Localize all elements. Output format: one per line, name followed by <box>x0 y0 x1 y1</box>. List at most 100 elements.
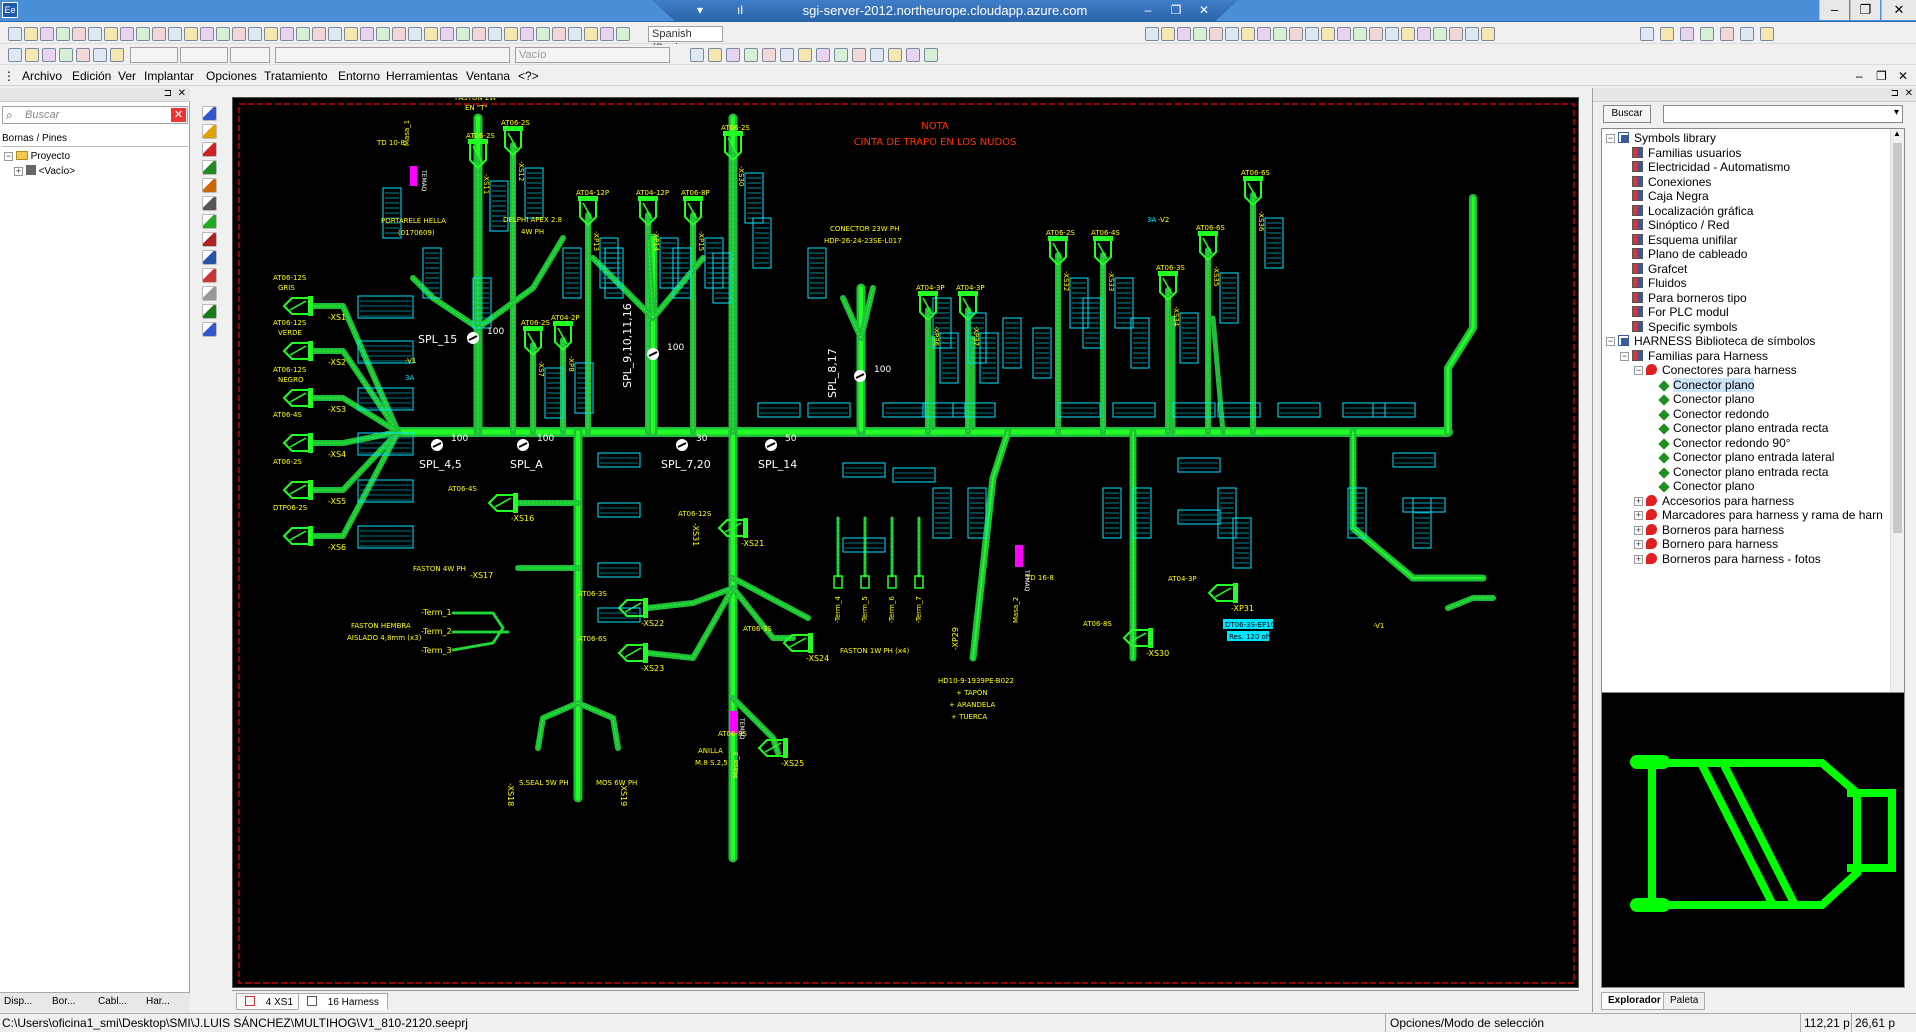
library-item[interactable]: Conector plano <box>1658 377 1755 392</box>
tab-bornas[interactable]: Bor... <box>52 996 75 1007</box>
library-item[interactable]: Marcadores para harness y rama de harn <box>1646 508 1883 522</box>
toolbar2-tool-icon-2[interactable] <box>25 48 39 62</box>
middle-connector-2[interactable] <box>717 518 748 538</box>
drawing-canvas[interactable]: AT06-12S GRIS -XS1 AT06-12S VERDE -XS2 AT06-12… <box>232 97 1579 988</box>
vertical-tool-icon-4[interactable] <box>202 160 217 175</box>
toolbar2-format-tool-icon-10[interactable] <box>852 48 866 62</box>
library-item[interactable]: Conector redondo 90° <box>1658 436 1791 450</box>
font-combo[interactable] <box>130 47 178 63</box>
library-item[interactable]: Conector plano <box>1658 479 1754 493</box>
toolbar1-tool-icon-21[interactable] <box>328 27 342 41</box>
collapse-icon[interactable]: − <box>1620 351 1629 361</box>
library-item[interactable]: Borneros para harness - fotos <box>1646 552 1821 566</box>
toolbar1-tool-icon-33[interactable] <box>520 27 534 41</box>
library-item[interactable]: Esquema unifilar <box>1632 233 1737 247</box>
library-item[interactable]: Conector plano <box>1658 392 1754 406</box>
wire-table[interactable] <box>892 467 936 483</box>
wire-table[interactable] <box>357 295 414 319</box>
toolbar1-tool-icon-9[interactable] <box>136 27 150 41</box>
toolbar1-tool-icon-6[interactable] <box>88 27 102 41</box>
wire-table[interactable] <box>757 402 801 418</box>
toolbar1-tool-icon-13[interactable] <box>200 27 214 41</box>
terminal-symbol[interactable] <box>914 575 924 589</box>
collapse-icon[interactable]: − <box>4 152 13 161</box>
toolbar1-tool-icon-20[interactable] <box>312 27 326 41</box>
close-remote-icon[interactable]: ✕ <box>1196 2 1212 18</box>
wire-table[interactable] <box>807 402 851 418</box>
harness-drawing[interactable]: AT06-12S GRIS -XS1 AT06-12S VERDE -XS2 AT06-12… <box>233 98 1580 989</box>
toolbar2-format-tool-icon-4[interactable] <box>744 48 758 62</box>
collapse-icon[interactable]: − <box>1606 134 1615 143</box>
toolbar1-tool-icon-38[interactable] <box>600 27 614 41</box>
toolbar1-far-tool-icon-1[interactable] <box>1640 27 1654 41</box>
toolbar2-format-tool-icon-14[interactable] <box>924 48 938 62</box>
toolbar2-format-tool-icon-3[interactable] <box>726 48 740 62</box>
toolbar1-right-tool-icon-21[interactable] <box>1465 27 1479 41</box>
tree-item-vacio[interactable]: + <Vacío> <box>14 165 75 177</box>
left-connector-1[interactable] <box>282 296 313 316</box>
library-item[interactable]: Bornero para harness <box>1646 537 1778 551</box>
wire-table[interactable] <box>1392 452 1436 468</box>
vertical-tool-icon-10[interactable] <box>202 268 217 283</box>
toolbar1-tool-icon-5[interactable] <box>72 27 86 41</box>
toolbar1-tool-icon-34[interactable] <box>536 27 550 41</box>
tree-scrollbar[interactable]: ▲ ▼ <box>1890 129 1904 751</box>
menu-tratamiento[interactable]: Tratamiento <box>264 69 328 83</box>
toolbar1-tool-icon-26[interactable] <box>408 27 422 41</box>
library-item[interactable]: Familias usuarios <box>1632 146 1741 160</box>
library-item[interactable]: Familias para Harness <box>1632 349 1768 363</box>
expand-icon[interactable]: + <box>1634 511 1643 520</box>
toolbar1-right-tool-icon-13[interactable] <box>1337 27 1351 41</box>
toolbar2-format-tool-icon-12[interactable] <box>888 48 902 62</box>
vertical-tool-icon-6[interactable] <box>202 196 217 211</box>
toolbar1-right-tool-icon-1[interactable] <box>1145 27 1159 41</box>
tab-dispositivos[interactable]: Disp... <box>4 996 32 1007</box>
left-connector-3[interactable] <box>282 388 313 408</box>
toolbar1-tool-icon-10[interactable] <box>152 27 166 41</box>
toolbar1-tool-icon-29[interactable] <box>456 27 470 41</box>
style-combo[interactable]: Vacío <box>515 47 670 63</box>
restore-button[interactable]: ❐ <box>1850 0 1880 20</box>
wire-table[interactable] <box>882 402 926 418</box>
mdi-restore-icon[interactable]: ❐ <box>1876 69 1887 83</box>
chevron-down-icon[interactable]: ▾ <box>1894 107 1899 118</box>
toolbar1-tool-icon-37[interactable] <box>584 27 598 41</box>
collapse-icon[interactable]: − <box>1606 337 1615 346</box>
toolbar1-right-tool-icon-17[interactable] <box>1401 27 1415 41</box>
toolbar1-far-tool-icon-6[interactable] <box>1740 27 1754 41</box>
library-item[interactable]: Para borneros tipo <box>1632 291 1747 305</box>
wire-table[interactable] <box>1402 497 1446 513</box>
toolbar1-right-tool-icon-15[interactable] <box>1369 27 1383 41</box>
wire-table[interactable] <box>1177 509 1221 525</box>
toolbar1-right-tool-icon-11[interactable] <box>1305 27 1319 41</box>
toolbar1-tool-icon-19[interactable] <box>296 27 310 41</box>
menu-archivo[interactable]: Archivo <box>22 69 62 83</box>
menu-entorno[interactable]: Entorno <box>338 69 380 83</box>
toolbar1-tool-icon-18[interactable] <box>280 27 294 41</box>
clear-search-icon[interactable]: ✕ <box>171 108 186 122</box>
pin-icon[interactable]: ⊐ <box>164 88 172 99</box>
harness-bundle[interactable] <box>1444 194 1477 436</box>
toolbar1-tool-icon-28[interactable] <box>440 27 454 41</box>
terminal-symbol[interactable] <box>833 575 843 589</box>
toolbar1-right-tool-icon-18[interactable] <box>1417 27 1431 41</box>
tree-item-proyecto[interactable]: − Proyecto <box>4 151 70 162</box>
vertical-tool-icon-12[interactable] <box>202 304 217 319</box>
toolbar1-tool-icon-2[interactable] <box>24 27 38 41</box>
menu-herramientas[interactable]: Herramientas <box>386 69 458 83</box>
toolbar1-far-tool-icon-4[interactable] <box>1700 27 1714 41</box>
sheet-tab-harness[interactable]: 16 Harness <box>298 993 388 1010</box>
toolbar2-format-tool-icon-2[interactable] <box>708 48 722 62</box>
toolbar1-tool-icon-7[interactable] <box>104 27 118 41</box>
vertical-tool-icon-2[interactable] <box>202 124 217 139</box>
library-item[interactable]: Grafcet <box>1632 262 1687 276</box>
toolbar1-right-tool-icon-20[interactable] <box>1449 27 1463 41</box>
toolbar1-right-tool-icon-8[interactable] <box>1257 27 1271 41</box>
toolbar1-right-tool-icon-16[interactable] <box>1385 27 1399 41</box>
wire-table[interactable] <box>1112 402 1156 418</box>
toolbar2-format-tool-icon-8[interactable] <box>816 48 830 62</box>
scroll-up-icon[interactable]: ▲ <box>1893 129 1901 138</box>
vertical-tool-icon-9[interactable] <box>202 250 217 265</box>
layer-combo[interactable] <box>230 47 270 63</box>
toolbar2-format-tool-icon-9[interactable] <box>834 48 848 62</box>
